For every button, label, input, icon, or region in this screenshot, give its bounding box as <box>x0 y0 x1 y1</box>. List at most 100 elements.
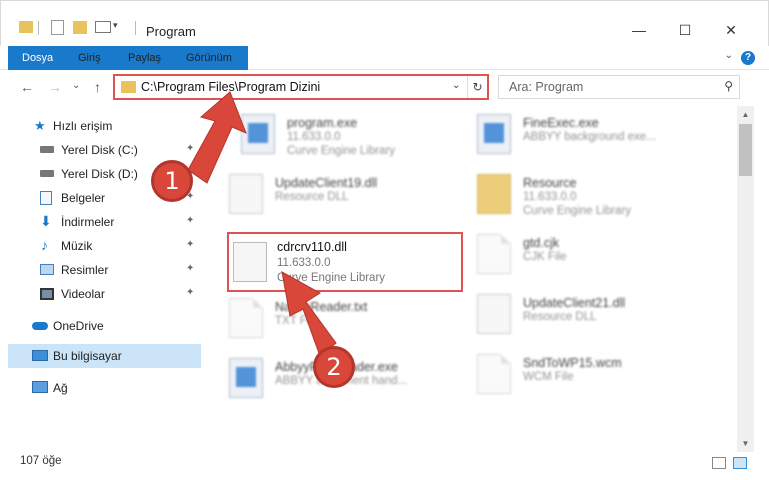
drive-icon <box>40 146 54 153</box>
videos-icon <box>40 288 54 300</box>
pin-icon: ✦ <box>186 143 195 154</box>
app-icon <box>477 114 511 154</box>
maximize-button[interactable]: ☐ <box>662 15 708 45</box>
file-list: program.exe 11.633.0.0 Curve Engine Libr… <box>215 106 737 446</box>
close-button[interactable]: ✕ <box>708 15 754 45</box>
up-button[interactable]: ↑ <box>94 79 101 95</box>
file-item[interactable]: program.exe 11.633.0.0 Curve Engine Libr… <box>227 108 467 162</box>
new-folder-icon[interactable] <box>73 21 87 34</box>
back-button[interactable]: ← <box>20 79 34 95</box>
pin-icon: ✦ <box>186 287 195 298</box>
tab-share[interactable]: Paylaş <box>116 46 173 70</box>
address-dropdown-chevron-icon[interactable]: ⌄ <box>452 80 460 91</box>
separator <box>38 21 39 35</box>
sidebar-item-music[interactable]: ♪ Müzik ✦ <box>0 234 205 258</box>
tab-view[interactable]: Görünüm <box>174 46 244 70</box>
folder-icon <box>19 21 33 33</box>
sidebar-item-label: Belgeler <box>61 191 106 205</box>
navigation-bar: ← → ⌄ ↑ C:\Program Files\Program Dizini … <box>0 70 769 106</box>
sidebar-item-onedrive[interactable]: OneDrive <box>0 314 205 338</box>
file-item[interactable]: UpdateClient19.dll Resource DLL <box>215 168 455 222</box>
callout-1: 1 <box>151 160 193 202</box>
search-icon[interactable]: ⚲ <box>724 79 733 93</box>
file-version: 11.633.0.0 <box>287 131 341 143</box>
file-item[interactable]: gtd.cjk CJK File <box>463 228 703 282</box>
separator <box>135 21 136 35</box>
file-name: cdrcrv110.dll <box>277 240 347 254</box>
callout-2: 2 <box>313 346 355 388</box>
help-icon[interactable]: ? <box>741 51 755 65</box>
file-item-cdrcrv110[interactable]: cdrcrv110.dll 11.633.0.0 Curve Engine Li… <box>227 232 463 292</box>
ribbon-expand-chevron-icon[interactable]: ⌄ <box>725 50 733 61</box>
file-item[interactable]: UpdateClient21.dll Resource DLL <box>463 288 703 342</box>
item-count: 107 öğe <box>20 455 62 467</box>
file-item[interactable]: SndToWP15.wcm WCM File <box>463 348 703 402</box>
sidebar-item-pictures[interactable]: Resimler ✦ <box>0 258 205 282</box>
file-description: Curve Engine Library <box>287 145 396 157</box>
sidebar-item-local-disk-c[interactable]: Yerel Disk (C:) ✦ <box>0 138 205 162</box>
sidebar-item-network[interactable]: Ağ <box>0 376 205 400</box>
sidebar-item-label: Videolar <box>61 287 105 301</box>
search-box[interactable]: Ara: Program ⚲ <box>498 75 740 99</box>
file-description: TXT File <box>275 315 319 327</box>
file-description: Curve Engine Library <box>277 272 386 284</box>
gear-file-icon <box>233 242 267 282</box>
app-icon <box>229 358 263 398</box>
file-version: 11.633.0.0 <box>523 191 577 203</box>
sidebar-item-label: Ağ <box>53 381 68 395</box>
forward-button[interactable]: → <box>48 79 62 95</box>
folder-icon <box>121 81 136 93</box>
file-name: gtd.cjk <box>523 236 560 250</box>
status-bar: 107 öğe <box>0 452 769 480</box>
sidebar-item-videos[interactable]: Videolar ✦ <box>0 282 205 306</box>
sidebar-item-quick-access[interactable]: ★ Hızlı erişim <box>0 114 205 138</box>
file-version: 11.633.0.0 <box>277 257 331 269</box>
file-description: Resource DLL <box>523 311 597 323</box>
file-name: NativeReader.txt <box>275 300 368 314</box>
title-bar: ▾ Program — ☐ ✕ <box>0 0 769 46</box>
file-item[interactable]: FineExec.exe ABBYY background exe... <box>463 108 703 162</box>
file-name: UpdateClient19.dll <box>275 176 378 190</box>
view-options-icon[interactable] <box>95 21 111 33</box>
gear-file-icon <box>477 294 511 334</box>
file-name: Resource <box>523 176 577 190</box>
sidebar-item-label: Yerel Disk (D:) <box>61 167 138 181</box>
details-view-icon[interactable] <box>712 457 726 469</box>
document-icon <box>477 354 511 394</box>
network-icon <box>32 381 48 393</box>
file-name: program.exe <box>287 116 358 130</box>
vertical-scrollbar[interactable]: ▲ ▼ <box>737 106 754 452</box>
minimize-button[interactable]: — <box>616 15 662 45</box>
window-title: Program <box>146 24 196 39</box>
sidebar-item-label: Bu bilgisayar <box>53 349 122 363</box>
document-icon <box>477 234 511 274</box>
download-icon: ⬇ <box>40 213 52 229</box>
sidebar-item-label: Hızlı erişim <box>53 119 113 133</box>
file-item[interactable]: NativeReader.txt TXT File <box>215 292 455 346</box>
sidebar-item-this-pc[interactable]: Bu bilgisayar <box>8 344 201 368</box>
file-name: UpdateClient21.dll <box>523 296 626 310</box>
customize-qa-chevron-icon[interactable]: ▾ <box>113 20 123 34</box>
sidebar-item-label: Resimler <box>61 263 109 277</box>
properties-icon[interactable] <box>51 20 64 35</box>
tab-home[interactable]: Giriş <box>66 46 113 70</box>
sidebar-item-label: Yerel Disk (C:) <box>61 143 138 157</box>
sidebar-item-label: İndirmeler <box>61 215 115 229</box>
pictures-icon <box>40 264 54 275</box>
address-path[interactable]: C:\Program Files\Program Dizini <box>141 80 320 94</box>
star-icon: ★ <box>34 118 46 133</box>
app-icon <box>241 114 275 154</box>
large-icons-view-icon[interactable] <box>733 457 747 469</box>
file-item[interactable]: Resource 11.633.0.0 Curve Engine Library <box>463 168 703 222</box>
recent-locations-chevron-icon[interactable]: ⌄ <box>72 80 80 91</box>
pin-icon: ✦ <box>186 215 195 226</box>
sidebar-item-downloads[interactable]: ⬇ İndirmeler ✦ <box>0 210 205 234</box>
address-bar[interactable]: C:\Program Files\Program Dizini ⌄ ↻ <box>113 74 489 100</box>
refresh-button[interactable]: ↻ <box>467 76 487 98</box>
scroll-thumb[interactable] <box>739 124 752 176</box>
folder-icon <box>477 174 511 214</box>
scroll-down-arrow-icon[interactable]: ▼ <box>737 435 754 452</box>
gear-file-icon <box>229 174 263 214</box>
navigation-pane: ★ Hızlı erişim Yerel Disk (C:) ✦ Yerel D… <box>0 106 205 446</box>
scroll-up-arrow-icon[interactable]: ▲ <box>737 106 754 123</box>
